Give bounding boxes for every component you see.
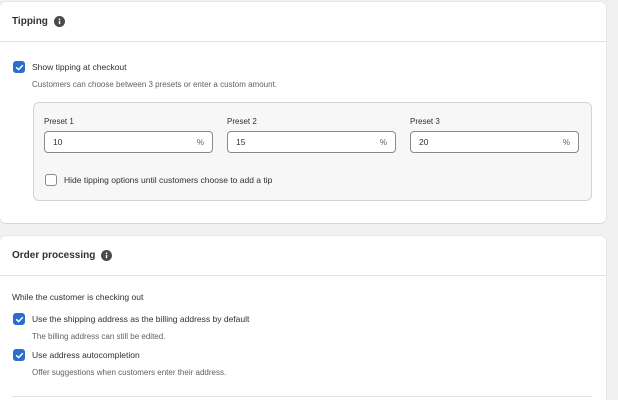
show-tipping-checkbox-row[interactable]: Show tipping at checkout	[13, 61, 127, 73]
preset-group: Preset 1 10 % Preset 2 15 % Preset 3 20 …	[33, 102, 592, 201]
info-icon[interactable]	[101, 250, 113, 261]
shipping-as-billing-checkbox[interactable]	[13, 313, 25, 325]
checkmark-icon	[15, 352, 23, 358]
autocompletion-checkbox[interactable]	[13, 349, 25, 361]
preset-1-value[interactable]: 10	[53, 137, 197, 147]
checkmark-icon	[15, 64, 23, 70]
order-processing-header: Order processing	[0, 236, 606, 276]
preset-1-input[interactable]: 10 %	[44, 131, 213, 153]
show-tipping-label: Show tipping at checkout	[32, 62, 127, 72]
autocompletion-checkbox-row[interactable]: Use address autocompletion	[13, 349, 140, 361]
shipping-as-billing-help: The billing address can still be edited.	[32, 332, 166, 341]
preset-1-label: Preset 1	[44, 117, 74, 126]
hide-tipping-checkbox[interactable]	[45, 174, 57, 186]
autocompletion-help: Offer suggestions when customers enter t…	[32, 368, 227, 377]
tipping-title: Tipping	[12, 16, 48, 27]
section-divider	[12, 396, 592, 397]
preset-3-percent-suffix: %	[562, 137, 570, 147]
order-processing-card: Order processing While the customer is c…	[0, 236, 606, 400]
preset-3: Preset 3 20 %	[410, 117, 580, 153]
preset-1-percent-suffix: %	[196, 137, 204, 147]
tipping-card: Tipping Show tipping at checkout Custome…	[0, 2, 606, 223]
checkmark-icon	[15, 316, 23, 322]
hide-tipping-checkbox-row[interactable]: Hide tipping options until customers cho…	[45, 174, 272, 186]
preset-3-value[interactable]: 20	[419, 137, 563, 147]
preset-3-label: Preset 3	[410, 117, 440, 126]
show-tipping-checkbox[interactable]	[13, 61, 25, 73]
preset-1: Preset 1 10 %	[44, 117, 214, 153]
preset-2-percent-suffix: %	[379, 137, 387, 147]
preset-2-value[interactable]: 15	[236, 137, 380, 147]
preset-3-input[interactable]: 20 %	[410, 131, 579, 153]
shipping-as-billing-label: Use the shipping address as the billing …	[32, 314, 250, 324]
shipping-as-billing-checkbox-row[interactable]: Use the shipping address as the billing …	[13, 313, 249, 325]
preset-2: Preset 2 15 %	[227, 117, 397, 153]
checkout-intro-text: While the customer is checking out	[12, 292, 144, 302]
tipping-header: Tipping	[0, 2, 606, 42]
show-tipping-help: Customers can choose between 3 presets o…	[32, 80, 278, 89]
order-processing-title: Order processing	[12, 250, 96, 261]
autocompletion-label: Use address autocompletion	[32, 350, 140, 360]
preset-2-input[interactable]: 15 %	[227, 131, 396, 153]
hide-tipping-label: Hide tipping options until customers cho…	[64, 175, 273, 185]
preset-2-label: Preset 2	[227, 117, 257, 126]
info-icon[interactable]	[53, 16, 65, 27]
